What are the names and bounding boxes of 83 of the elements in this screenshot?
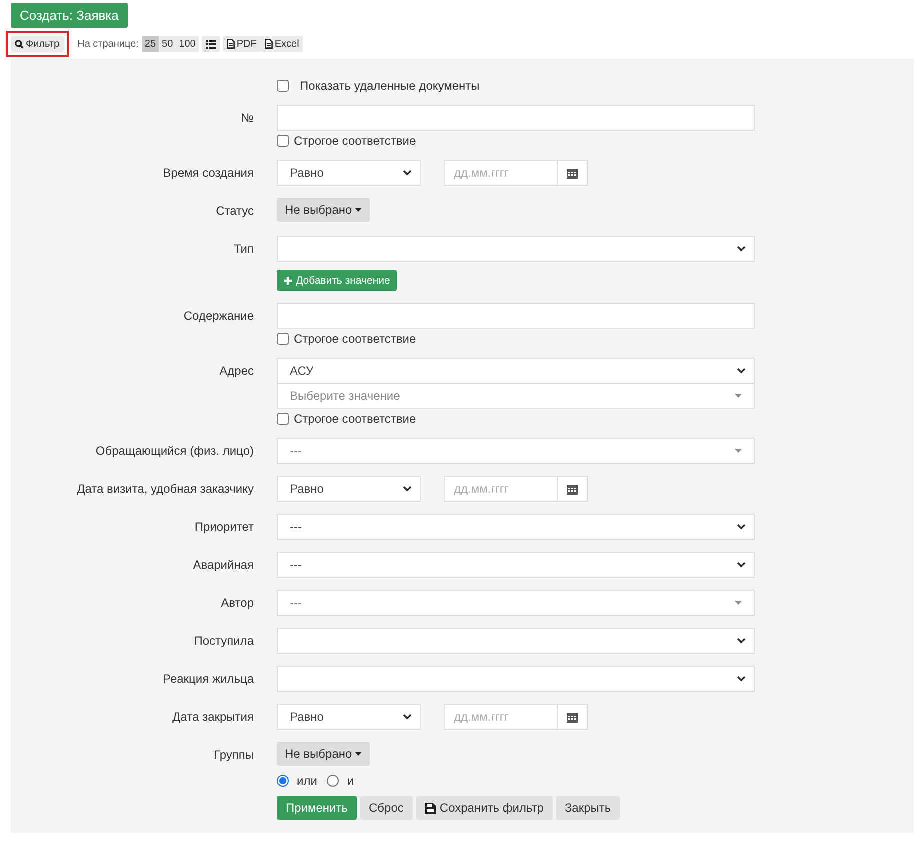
action-button[interactable]: Сброс [360,796,413,820]
field-label: Аварийная [193,558,254,572]
select-field[interactable] [277,236,755,262]
plus-icon [284,276,292,284]
radio-label: и [347,774,354,788]
select-field[interactable] [277,628,755,654]
calendar-icon [567,484,578,494]
combo-field[interactable]: Выберите значение [277,383,755,409]
field-label: Дата визита, удобная заказчику [77,482,254,496]
field-label: Обращающийся (физ. лицо) [96,444,254,458]
checkbox[interactable] [277,333,289,345]
calendar-button[interactable] [558,704,588,730]
chevron-down-icon [403,170,412,176]
combo-field[interactable]: --- [277,590,755,616]
dropdown-button[interactable]: Не выбрано [277,198,370,222]
date-field[interactable]: дд.мм.гггг [444,704,558,730]
list-button[interactable] [202,36,220,52]
export-button[interactable]: PDF [222,36,261,52]
field-label: Автор [221,596,254,610]
floppy-icon [424,802,436,814]
caret-icon [735,394,742,398]
field-label: Дата закрытия [172,710,254,724]
text-field[interactable] [277,303,755,329]
radio-button[interactable] [277,775,289,787]
checkbox[interactable] [277,135,289,147]
checkbox[interactable] [277,80,289,92]
text-field[interactable] [277,105,755,131]
search-icon [15,40,24,48]
field-label: Время создания [163,166,254,180]
file-icon [264,39,273,49]
file-icon [226,39,235,49]
chevron-down-icon [737,246,746,252]
calendar-icon [567,712,578,722]
operator-select[interactable]: Равно [277,704,421,730]
chevron-down-icon [737,368,746,374]
field-label: № [241,111,254,125]
caret-icon [355,208,362,212]
per-page-option[interactable]: 50 [159,36,176,52]
field-label: Реакция жильца [162,672,254,686]
caret-icon [735,601,742,605]
field-label: Тип [234,242,254,256]
operator-select[interactable]: Равно [277,160,421,186]
checkbox-label: Показать удаленные документы [300,79,480,93]
select-field[interactable] [277,666,755,692]
checkbox[interactable] [277,413,289,425]
select-field[interactable]: АСУ [277,358,755,384]
combo-field[interactable]: --- [277,438,755,464]
field-label: Группы [214,748,254,762]
caret-icon [735,449,742,453]
filter-button[interactable]: Фильтр [11,36,64,52]
export-button[interactable]: Excel [260,36,304,52]
dropdown-button[interactable]: Не выбрано [277,742,370,766]
chevron-down-icon [737,638,746,644]
checkbox-label: Строгое соответствие [294,332,416,346]
checkbox-label: Строгое соответствие [294,134,416,148]
per-page-label: На странице: [78,38,139,50]
chevron-down-icon [737,562,746,568]
field-label: Адрес [220,364,254,378]
operator-select[interactable]: Равно [277,476,421,502]
chevron-down-icon [403,486,412,492]
field-label: Поступила [194,634,254,648]
chevron-down-icon [737,524,746,530]
checkbox-label: Строгое соответствие [294,412,416,426]
calendar-button[interactable] [558,476,588,502]
calendar-button[interactable] [558,160,588,186]
date-field[interactable]: дд.мм.гггг [444,160,558,186]
radio-button[interactable] [327,775,340,787]
chevron-down-icon [403,714,412,720]
select-field[interactable]: --- [277,514,755,540]
calendar-icon [567,168,578,178]
field-label: Содержание [184,309,254,323]
radio-label: или [297,774,318,788]
per-page-option[interactable]: 25 [142,36,160,52]
caret-icon [355,752,362,756]
action-button[interactable]: Закрыть [556,796,620,820]
field-label: Статус [216,204,254,218]
per-page-option[interactable]: 100 [176,36,199,52]
select-field[interactable]: --- [277,552,755,578]
date-field[interactable]: дд.мм.гггг [444,476,558,502]
chevron-down-icon [737,676,746,682]
save-filter-button[interactable]: Сохранить фильтр [416,796,553,820]
field-label: Приоритет [194,520,254,534]
list-icon [206,40,216,48]
